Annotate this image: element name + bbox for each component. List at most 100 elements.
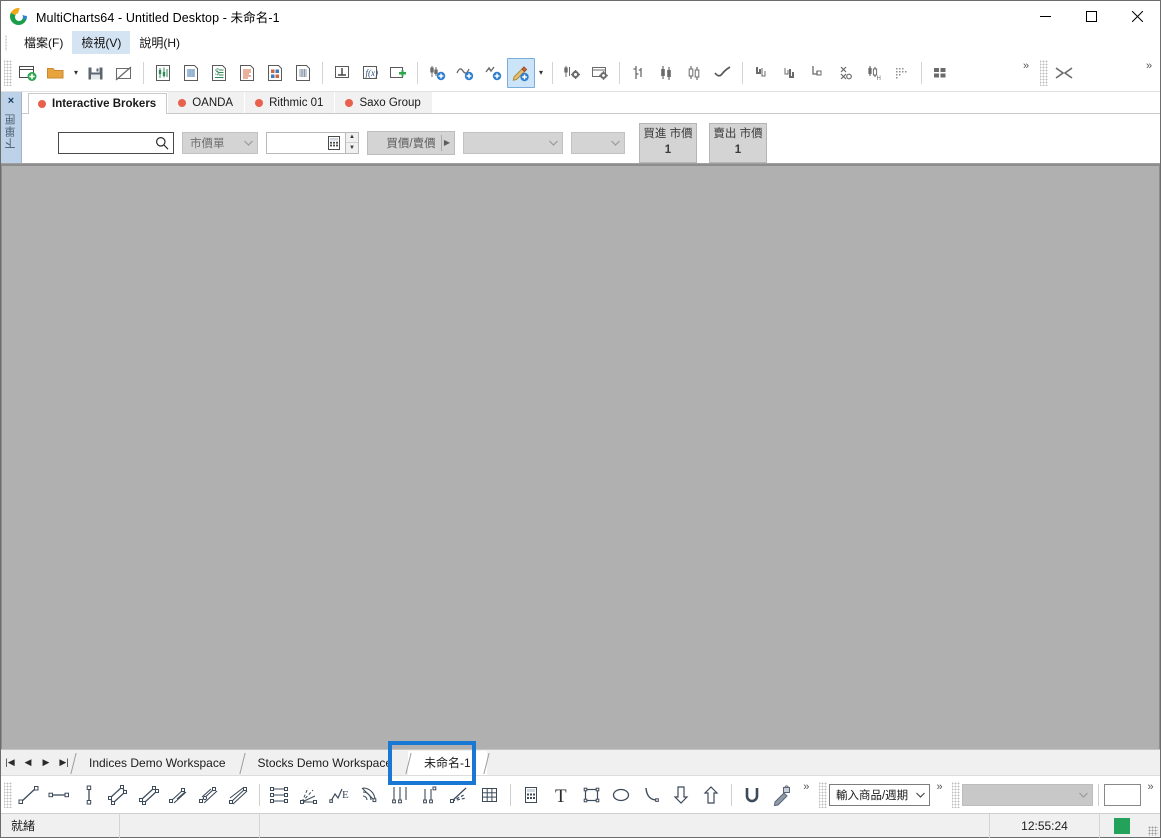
spinner-up-icon[interactable]: ▲ — [346, 133, 358, 143]
format-window-icon[interactable] — [586, 58, 614, 88]
save-workspace-icon[interactable] — [82, 58, 110, 88]
symbol-period-select[interactable]: 輸入商品/週期 — [828, 783, 930, 806]
menu-item-view[interactable]: 檢視(V) — [72, 31, 131, 55]
text-tool-icon[interactable]: T — [546, 780, 576, 810]
open-workspace-dropdown-caret[interactable]: ▾ — [70, 58, 82, 88]
broker-tab-interactive-brokers[interactable]: Interactive Brokers — [28, 93, 168, 114]
elliott-wave-icon[interactable]: E — [325, 780, 355, 810]
toolbar-grip[interactable] — [4, 59, 12, 86]
lock-drawing-icon[interactable] — [767, 780, 797, 810]
cycle-lines-icon[interactable] — [385, 780, 415, 810]
quantity-input[interactable] — [266, 131, 346, 154]
horizontal-line-icon[interactable] — [44, 780, 74, 810]
next-tab-button[interactable]: ▶ — [37, 751, 55, 775]
insert-strategy-icon[interactable] — [479, 58, 507, 88]
order-extra-select-1[interactable] — [463, 131, 563, 154]
fib-arc-icon[interactable] — [355, 780, 385, 810]
format-instrument-icon[interactable] — [558, 58, 586, 88]
dot-chart-icon[interactable] — [888, 58, 916, 88]
resize-grip[interactable] — [1144, 814, 1160, 838]
close-icon[interactable]: × — [8, 95, 14, 107]
new-quote-page-icon[interactable] — [177, 58, 205, 88]
chart-workspace-area[interactable] — [1, 164, 1160, 749]
ellipse-tool-icon[interactable] — [606, 780, 636, 810]
close-workspace-icon[interactable] — [110, 58, 138, 88]
broker-tab-saxo-group[interactable]: Saxo Group — [335, 92, 432, 113]
compress-icon[interactable] — [1050, 58, 1078, 88]
arrow-down-icon[interactable] — [666, 780, 696, 810]
prev-tab-button[interactable]: ◀ — [19, 751, 37, 775]
minimize-button[interactable] — [1022, 1, 1068, 32]
new-portfolio-icon[interactable] — [261, 58, 289, 88]
workspace-tab-stocks-demo[interactable]: Stocks Demo Workspace — [241, 750, 408, 775]
rectangle-tool-icon[interactable] — [576, 780, 606, 810]
maximize-button[interactable] — [1068, 1, 1114, 32]
broker-tab-rithmic[interactable]: Rithmic 01 — [245, 92, 335, 113]
toolbar-grip-secondary[interactable] — [1040, 59, 1048, 86]
open-workspace-icon[interactable] — [42, 58, 70, 88]
quantity-stepper[interactable]: ▲ ▼ — [266, 131, 359, 154]
vertical-line-icon[interactable] — [74, 780, 104, 810]
insert-plugin-icon[interactable] — [384, 58, 412, 88]
menu-item-file[interactable]: 檔案(F) — [15, 31, 72, 55]
kagi-chart-icon[interactable] — [748, 58, 776, 88]
connection-status-indicator[interactable] — [1099, 813, 1144, 838]
calculator-icon[interactable] — [516, 780, 546, 810]
trend-line-icon[interactable] — [14, 780, 44, 810]
buy-market-button[interactable]: 買進 市價 1 — [639, 122, 697, 163]
scale-toolbar-overflow-button[interactable]: » — [1141, 780, 1160, 810]
heikin-ashi-icon[interactable]: H — [860, 58, 888, 88]
new-market-depth-icon[interactable]: $ — [205, 58, 233, 88]
parallel-channel-icon[interactable] — [104, 780, 134, 810]
order-extra-select-2[interactable] — [571, 131, 625, 154]
fib-channel-icon[interactable] — [164, 780, 194, 810]
insert-drawing-icon[interactable] — [507, 57, 535, 88]
scale-toolbar-grip[interactable] — [952, 781, 961, 808]
spinner-down-icon[interactable]: ▼ — [346, 143, 358, 153]
toolbar-overflow-button-secondary[interactable]: » — [1138, 58, 1160, 88]
tile-windows-icon[interactable] — [927, 58, 955, 88]
quantity-spinner[interactable]: ▲ ▼ — [345, 131, 359, 154]
sell-market-button[interactable]: 賣出 市價 1 — [709, 122, 767, 163]
time-cycle-icon[interactable] — [415, 780, 445, 810]
fib-fan-icon[interactable] — [295, 780, 325, 810]
chevron-right-icon[interactable]: ▶ — [444, 138, 450, 147]
renko-chart-icon[interactable] — [776, 58, 804, 88]
broker-tab-oanda[interactable]: OANDA — [168, 92, 245, 113]
drawing-toolbar-overflow-button[interactable]: » — [797, 780, 816, 810]
new-order-book-icon[interactable] — [289, 58, 317, 88]
gann-fan-icon[interactable] — [445, 780, 475, 810]
symbol-input[interactable] — [58, 131, 174, 154]
candlestick-icon[interactable] — [653, 58, 681, 88]
regression-channel-icon[interactable] — [134, 780, 164, 810]
magnet-icon[interactable] — [737, 780, 767, 810]
workspace-tab-indices-demo[interactable]: Indices Demo Workspace — [73, 750, 242, 775]
new-chart-icon[interactable] — [149, 58, 177, 88]
bar-chart-icon[interactable] — [625, 58, 653, 88]
order-type-select[interactable]: 市價單 — [182, 131, 258, 154]
insert-signal-icon[interactable] — [451, 58, 479, 88]
insert-indicator-icon[interactable] — [423, 58, 451, 88]
line-break-icon[interactable] — [804, 58, 832, 88]
drawing-toolbar-grip[interactable] — [4, 781, 12, 808]
new-workspace-icon[interactable] — [14, 58, 42, 88]
line-chart-icon[interactable] — [709, 58, 737, 88]
bid-ask-button[interactable]: 買價/賣價 ▶ — [367, 130, 455, 155]
raff-channel-icon[interactable] — [194, 780, 224, 810]
symbol-toolbar-overflow-button[interactable]: » — [930, 780, 949, 810]
close-button[interactable] — [1114, 1, 1160, 32]
fib-retracement-icon[interactable] — [265, 780, 295, 810]
hollow-candle-icon[interactable] — [681, 58, 709, 88]
insert-symbol-icon[interactable] — [328, 58, 356, 88]
workspace-tab-untitled-1[interactable]: 未命名-1 — [408, 750, 487, 775]
gann-grid-icon[interactable] — [475, 780, 505, 810]
first-tab-button[interactable]: |◀ — [1, 751, 19, 775]
symbol-toolbar-grip[interactable] — [818, 781, 827, 808]
insert-function-icon[interactable]: f(x) — [356, 58, 384, 88]
insert-drawing-dropdown-caret[interactable]: ▾ — [535, 58, 547, 88]
scale-select[interactable] — [962, 783, 1094, 806]
andrews-pitchfork-icon[interactable] — [224, 780, 254, 810]
arrow-up-icon[interactable] — [696, 780, 726, 810]
arc-tool-icon[interactable] — [636, 780, 666, 810]
point-figure-icon[interactable] — [832, 58, 860, 88]
